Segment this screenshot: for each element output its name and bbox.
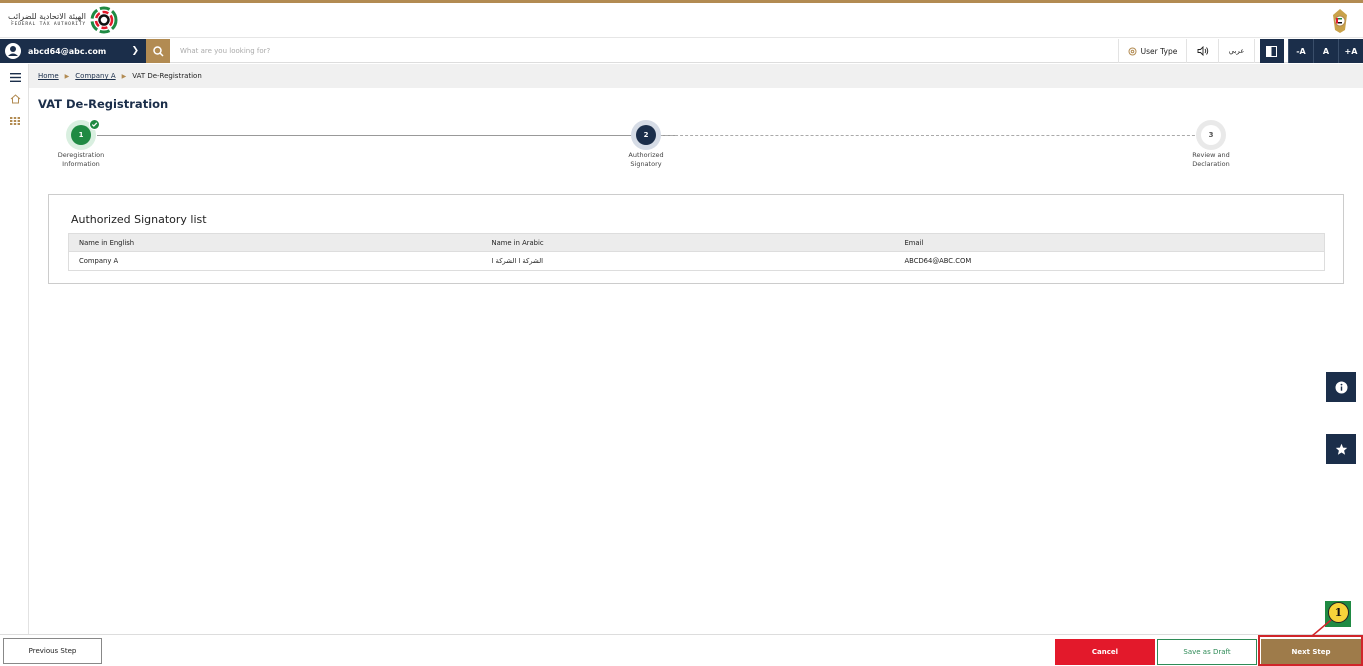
signatory-card: Authorized Signatory list Name in Englis…: [48, 194, 1344, 284]
stepper-line-completed: [97, 135, 675, 136]
uae-emblem-icon: [1333, 9, 1347, 33]
contrast-toggle[interactable]: [1254, 39, 1288, 63]
accessibility-toolbar: User Type عربي -A A +A: [1118, 39, 1363, 63]
search-button[interactable]: [146, 39, 170, 63]
user-avatar-icon: [5, 43, 21, 59]
sidebar: [0, 64, 29, 634]
logo-english-text: FEDERAL TAX AUTHORITY: [11, 21, 86, 27]
navbar: abcd64@abc.com ❯ User Type عربي: [0, 39, 1363, 63]
step-number: 1: [71, 125, 91, 145]
info-button[interactable]: [1326, 372, 1356, 402]
search-input[interactable]: [170, 39, 1110, 63]
annotation-badge: 1: [1328, 602, 1349, 623]
font-decrease-button[interactable]: -A: [1288, 39, 1313, 63]
breadcrumb-arrow-icon: ▶: [64, 72, 70, 80]
gear-icon: [1128, 47, 1137, 55]
language-toggle[interactable]: عربي: [1218, 39, 1254, 63]
top-header: الهيئة الاتحادية للضرائب FEDERAL TAX AUT…: [0, 0, 1363, 38]
user-email: abcd64@abc.com: [28, 46, 107, 56]
step-label-line1: Deregistration: [57, 151, 105, 159]
step-number: 3: [1201, 125, 1221, 145]
table-row[interactable]: Company A الشركة ا الشركة ا ABCD64@ABC.C…: [68, 251, 1325, 271]
fta-logo-icon: [90, 6, 118, 34]
annotation-line: [1311, 619, 1332, 637]
signatory-table: Name in English Name in Arabic Email Com…: [68, 233, 1325, 271]
page-title: VAT De-Registration: [38, 97, 169, 111]
font-normal-button[interactable]: A: [1313, 39, 1338, 63]
step-3[interactable]: 3 Review and Declaration: [1166, 120, 1256, 169]
logo-arabic-text: الهيئة الاتحادية للضرائب: [8, 11, 86, 21]
table-header-row: Name in English Name in Arabic Email: [68, 233, 1325, 252]
save-draft-button[interactable]: Save as Draft: [1157, 639, 1257, 665]
menu-icon[interactable]: [8, 70, 22, 84]
star-icon: [1335, 443, 1347, 455]
breadcrumb-arrow-icon: ▶: [121, 72, 127, 80]
breadcrumb: Home ▶ Company A ▶ VAT De-Registration: [29, 64, 1363, 88]
cancel-button[interactable]: Cancel: [1055, 639, 1155, 665]
user-type-label: User Type: [1140, 46, 1178, 56]
next-step-button[interactable]: Next Step: [1261, 639, 1361, 665]
apps-grid-icon[interactable]: [8, 114, 22, 128]
step-2[interactable]: 2 Authorized Signatory: [601, 120, 691, 169]
chevron-down-icon[interactable]: ❯: [131, 46, 139, 56]
step-label-line1: Review and: [1192, 151, 1230, 159]
column-header: Name in English: [68, 233, 482, 252]
favorite-button[interactable]: [1326, 434, 1356, 464]
previous-step-button[interactable]: Previous Step: [3, 638, 102, 664]
step-number: 2: [636, 125, 656, 145]
step-label-line2: Declaration: [1192, 160, 1230, 169]
footer-actions: Previous Step Cancel Save as Draft Next …: [0, 634, 1363, 666]
font-increase-button[interactable]: +A: [1338, 39, 1363, 63]
cell-name-english: Company A: [68, 251, 482, 271]
user-menu[interactable]: abcd64@abc.com ❯: [0, 39, 146, 63]
progress-stepper: 1 Deregistration Information 2 Authorize…: [50, 119, 1250, 180]
breadcrumb-home[interactable]: Home: [38, 72, 59, 80]
speaker-button[interactable]: [1186, 39, 1218, 63]
cell-name-arabic: الشركة ا الشركة ا: [481, 251, 895, 271]
breadcrumb-company[interactable]: Company A: [75, 72, 115, 80]
home-icon[interactable]: [8, 92, 22, 106]
check-icon: [89, 119, 100, 130]
card-title: Authorized Signatory list: [71, 213, 207, 226]
step-label-line1: Authorized: [628, 151, 664, 159]
speaker-icon: [1197, 46, 1208, 56]
column-header: Email: [894, 233, 1325, 252]
step-label-line2: Information: [62, 160, 100, 169]
search-icon: [152, 45, 164, 57]
breadcrumb-current: VAT De-Registration: [132, 72, 202, 80]
step-1[interactable]: 1 Deregistration Information: [36, 119, 126, 169]
info-icon: [1335, 381, 1347, 393]
contrast-icon: [1266, 45, 1277, 57]
column-header: Name in Arabic: [481, 233, 895, 252]
cell-email: ABCD64@ABC.COM: [894, 251, 1325, 271]
fta-logo[interactable]: الهيئة الاتحادية للضرائب FEDERAL TAX AUT…: [8, 6, 118, 34]
stepper-line-pending: [660, 135, 1210, 136]
user-type-button[interactable]: User Type: [1118, 39, 1186, 63]
step-label-line2: Signatory: [630, 160, 662, 169]
